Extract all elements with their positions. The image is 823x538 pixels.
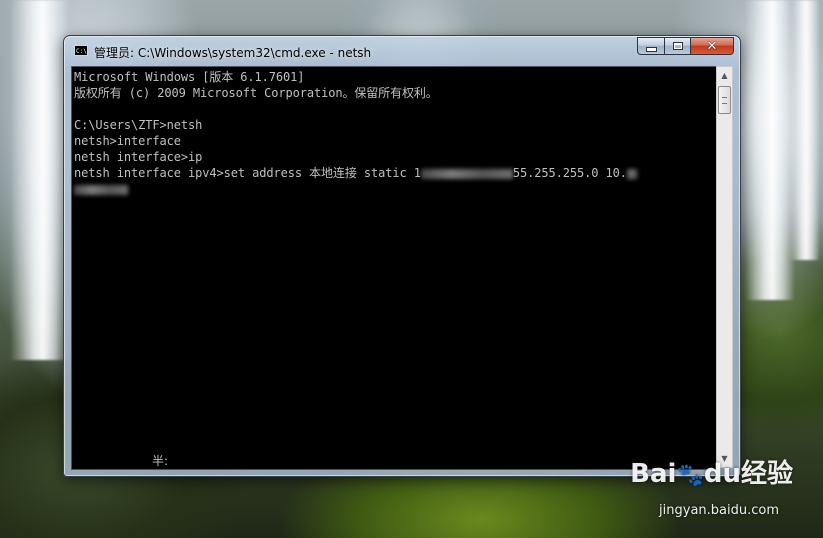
console-line: netsh interface>ip [74, 150, 203, 164]
vertical-scrollbar[interactable]: ▲ ▼ [716, 66, 733, 468]
close-icon: ✕ [706, 38, 718, 54]
subnet-mask-text: 55.255.255.0 10. [512, 166, 627, 180]
cmd-window[interactable]: C:\ 管理员: C:\Windows\system32\cmd.exe - n… [63, 35, 741, 477]
cmd-icon[interactable]: C:\ [74, 45, 88, 56]
minimize-icon [645, 46, 657, 52]
console-line: netsh>interface [74, 134, 181, 148]
scroll-thumb[interactable] [718, 86, 731, 114]
command-text: netsh interface ipv4>set address 本地连接 st… [74, 166, 421, 180]
close-button[interactable]: ✕ [690, 37, 734, 55]
console-line: 版权所有 (c) 2009 Microsoft Corporation。保留所有… [74, 86, 438, 100]
watermark-url: jingyan.baidu.com [659, 503, 779, 518]
up-arrow-icon: ▲ [721, 71, 728, 80]
watermark-brand-tail: 经验 [740, 459, 793, 489]
watermark-brand-mid: du [703, 459, 741, 489]
console-line: Microsoft Windows [版本 6.1.7601] [74, 70, 305, 84]
baidu-watermark: Bai🐾du经验 [630, 453, 793, 490]
console-output[interactable]: Microsoft Windows [版本 6.1.7601] 版权所有 (c)… [71, 66, 717, 470]
watermark-brand: Bai [630, 459, 677, 489]
background-waterfall [745, 0, 795, 300]
background-waterfall [10, 0, 70, 360]
redacted-gateway [74, 184, 128, 195]
window-title: 管理员: C:\Windows\system32\cmd.exe - netsh [94, 46, 372, 60]
redacted-gateway [626, 168, 637, 179]
console-command-line: netsh interface ipv4>set address 本地连接 st… [74, 165, 637, 181]
console-line: C:\Users\ZTF>netsh [74, 118, 203, 132]
window-controls: ✕ [637, 37, 734, 56]
title-bar[interactable]: C:\ 管理员: C:\Windows\system32\cmd.exe - n… [64, 36, 740, 65]
paw-icon: 🐾 [676, 463, 704, 488]
maximize-button[interactable] [664, 37, 690, 55]
scroll-up-button[interactable]: ▲ [717, 67, 732, 84]
console-wrap-line [74, 181, 128, 197]
background-waterfall [790, 0, 820, 260]
ime-status: 半: [152, 454, 169, 468]
redacted-ip [420, 168, 513, 179]
maximize-icon [672, 42, 683, 50]
minimize-button[interactable] [637, 37, 664, 55]
